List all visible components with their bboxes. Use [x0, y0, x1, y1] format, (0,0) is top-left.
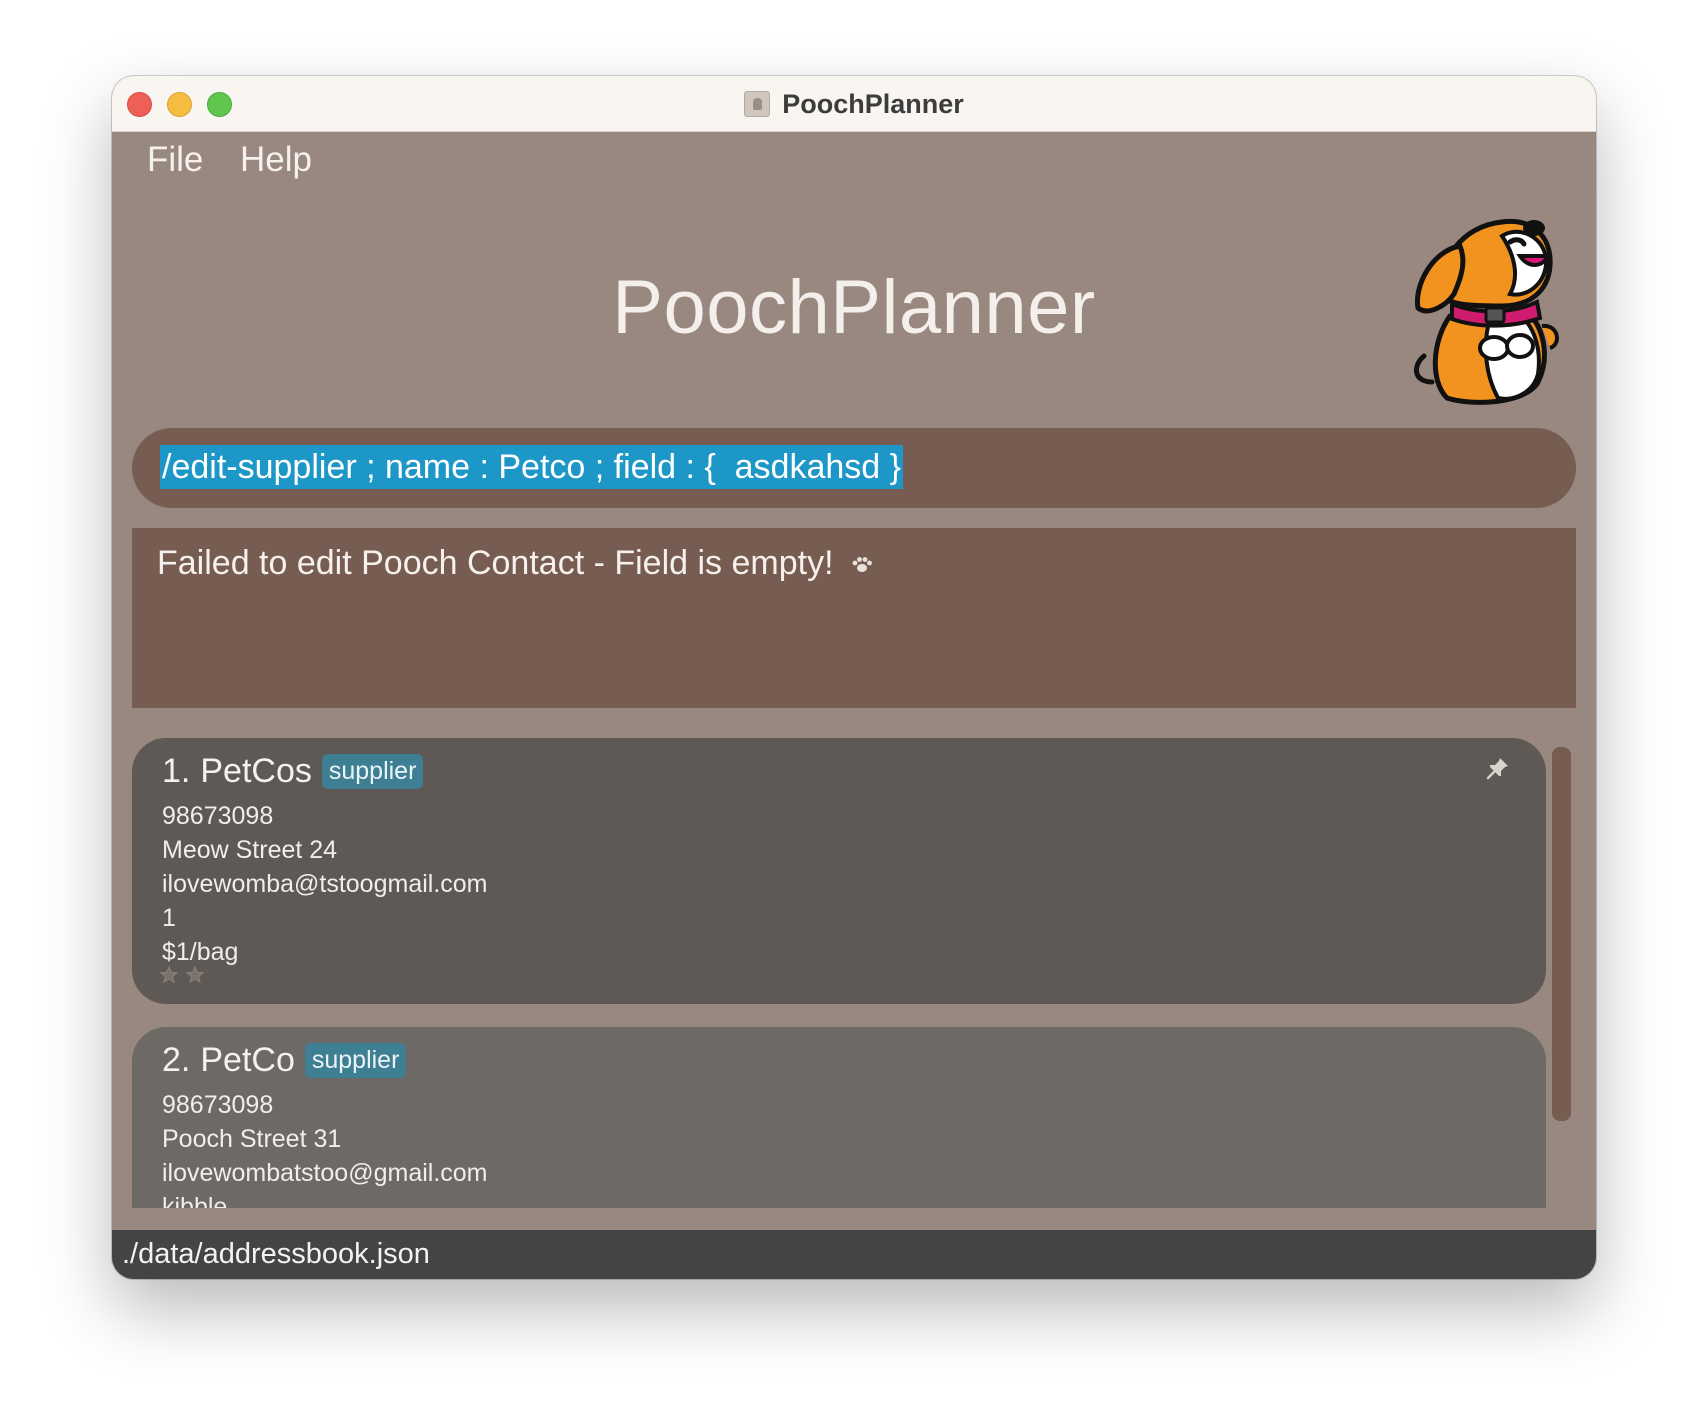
- app-heading: PoochPlanner: [612, 265, 1096, 350]
- paw-icon: [852, 557, 872, 573]
- contact-index: 2.: [162, 1041, 191, 1079]
- contact-phone: 98673098: [162, 1091, 274, 1119]
- contact-price: $1/bag: [162, 938, 239, 966]
- result-message: Failed to edit Pooch Contact - Field is …: [157, 544, 834, 582]
- app-icon: [744, 91, 771, 117]
- contact-header: 1. PetCos supplier: [162, 752, 424, 791]
- contact-email: ilovewomba@tstoogmail.com: [162, 870, 488, 898]
- title-bar: PoochPlanner: [112, 76, 1596, 132]
- list-scrollbar[interactable]: [1552, 747, 1571, 1121]
- pin-icon: [1486, 758, 1508, 780]
- contact-header: 2. PetCo supplier: [162, 1041, 407, 1080]
- contact-address: Pooch Street 31: [162, 1125, 342, 1153]
- window-title-group: PoochPlanner: [112, 76, 1596, 132]
- menu-bar: File Help: [112, 132, 1596, 192]
- contact-product: 1: [162, 904, 176, 932]
- menu-file[interactable]: File: [147, 140, 203, 180]
- contact-card[interactable]: 2. PetCo supplier 98673098 Pooch Street …: [132, 1027, 1546, 1208]
- contact-list[interactable]: 1. PetCos supplier 98673098 Meow Street …: [132, 738, 1576, 1208]
- contact-index: 1.: [162, 752, 191, 790]
- status-bar: ./data/addressbook.json: [112, 1230, 1596, 1279]
- command-input[interactable]: /edit-supplier ; name : Petco ; field : …: [160, 445, 903, 489]
- contact-address: Meow Street 24: [162, 836, 338, 864]
- contact-name: PetCo: [200, 1041, 295, 1079]
- result-message-line: Failed to edit Pooch Contact - Field is …: [157, 544, 873, 583]
- window-title: PoochPlanner: [782, 88, 964, 119]
- app-window: PoochPlanner File Help PoochPlanner /edi…: [112, 76, 1596, 1279]
- contact-tag: supplier: [304, 1043, 407, 1078]
- contact-product: kibble: [162, 1193, 228, 1208]
- contact-email: ilovewombatstoo@gmail.com: [162, 1159, 488, 1187]
- contact-phone: 98673098: [162, 802, 274, 830]
- beagle-mascot-icon: [1414, 218, 1559, 405]
- menu-help[interactable]: Help: [240, 140, 312, 180]
- contact-card[interactable]: 1. PetCos supplier 98673098 Meow Street …: [132, 738, 1546, 1004]
- save-location-path: ./data/addressbook.json: [122, 1238, 430, 1270]
- rating-stars: [160, 966, 204, 984]
- contact-tag: supplier: [321, 754, 424, 789]
- star-icon: [186, 966, 204, 984]
- star-icon: [160, 966, 178, 984]
- contact-name: PetCos: [200, 752, 312, 790]
- result-display: Failed to edit Pooch Contact - Field is …: [132, 528, 1576, 708]
- command-box[interactable]: /edit-supplier ; name : Petco ; field : …: [132, 428, 1576, 508]
